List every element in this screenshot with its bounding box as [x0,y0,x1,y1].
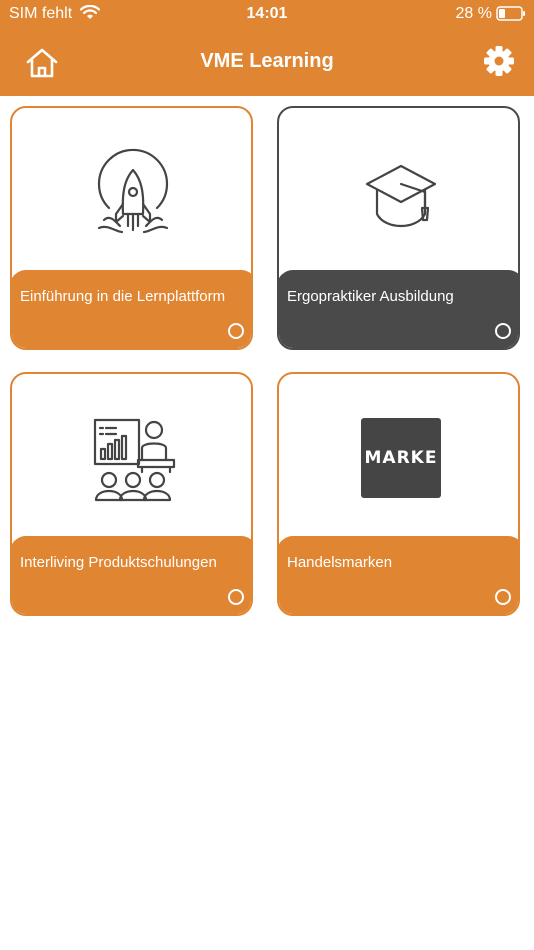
card-title: Interliving Produktschulungen [20,554,217,571]
card-title: Einführung in die Lernplattform [20,288,226,305]
app-header: SIM fehlt 14:01 28 % VME Learning [0,0,534,96]
marke-logo: MARKE [361,418,441,498]
card-title: Ergopraktiker Ausbildung [287,288,454,305]
gear-icon [484,46,514,76]
status-bar: SIM fehlt 14:01 28 % [0,0,534,28]
rocket-icon [97,148,169,234]
battery-percent: 28 % [455,5,492,22]
graduation-cap-icon [365,164,437,227]
course-card-ergopraktiker[interactable]: Ergopraktiker Ausbildung [277,106,520,350]
progress-circle-icon [228,323,244,339]
battery-icon [496,6,526,26]
course-card-interliving[interactable]: Interliving Produktschulungen [10,372,253,616]
card-title: Handelsmarken [287,554,393,571]
page-title: VME Learning [200,50,334,72]
progress-circle-icon [495,323,511,339]
course-card-intro[interactable]: Einführung in die Lernplattform [10,106,253,350]
course-card-handelsmarken[interactable]: MARKE Handelsmarken [277,372,520,616]
progress-circle-icon [495,589,511,605]
presentation-icon [93,418,176,502]
progress-circle-icon [228,589,244,605]
settings-button[interactable] [482,44,516,78]
clock: 14:01 [246,5,288,22]
